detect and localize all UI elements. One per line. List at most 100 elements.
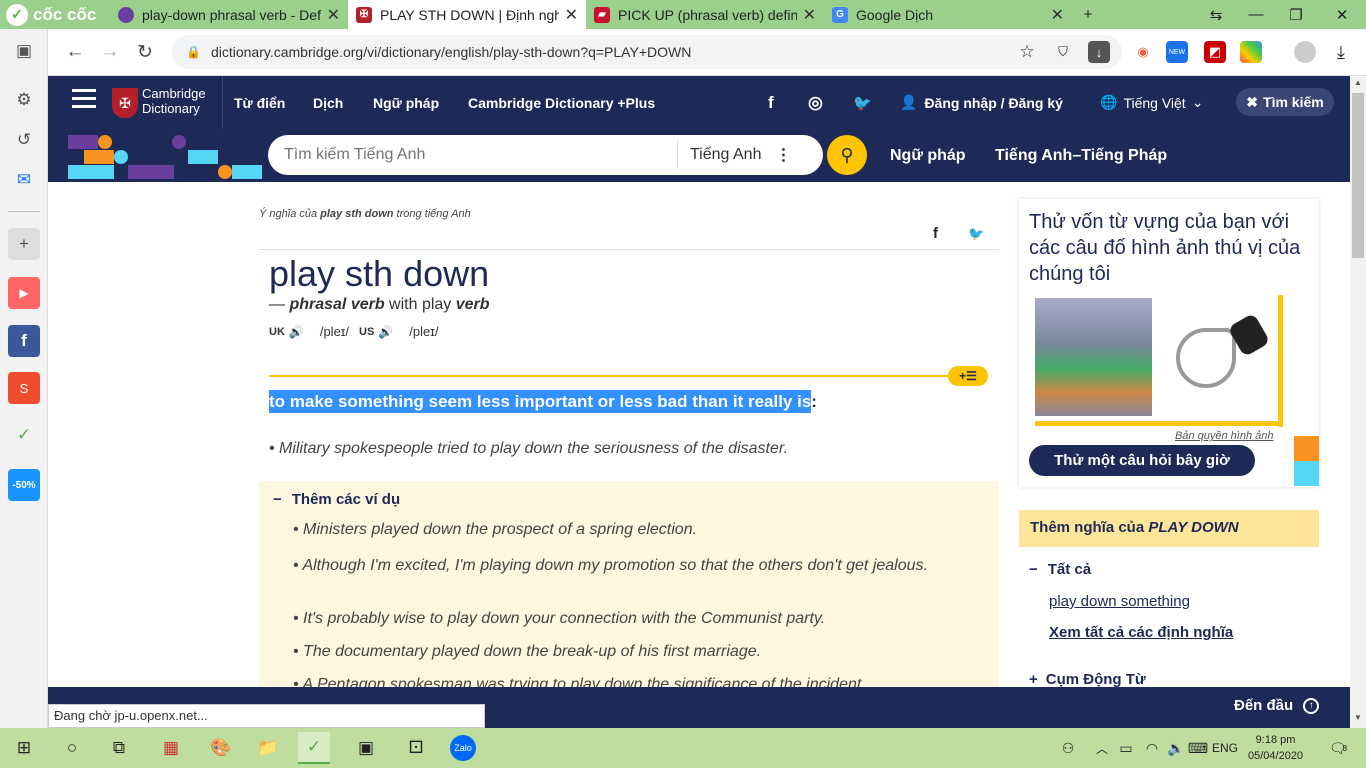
coccoc-taskbar-icon[interactable]: ✓ — [298, 732, 330, 764]
avatar[interactable] — [1294, 41, 1316, 63]
forward-button[interactable]: → — [95, 37, 125, 67]
more-examples-toggle[interactable]: − Thêm các ví dụ — [273, 491, 400, 508]
keyboard-icon[interactable]: ⌨ — [1182, 732, 1214, 764]
reload-button[interactable]: ↻ — [130, 37, 160, 67]
see-all-link[interactable]: Xem tất cả các định nghĩa — [1049, 624, 1233, 641]
decor — [114, 150, 128, 164]
url-field[interactable]: 🔒 dictionary.cambridge.org/vi/dictionary/… — [172, 35, 1122, 69]
search-toggle-button[interactable]: ✖ Tìm kiếm — [1236, 88, 1334, 116]
zalo-icon[interactable]: Zalo — [450, 735, 476, 761]
user-icon: 👤 — [900, 94, 918, 110]
phrasal-verbs-toggle[interactable]: + Cụm Động Từ — [1029, 671, 1146, 688]
add-icon[interactable]: + — [8, 228, 40, 260]
window-close-button[interactable]: ✕ — [1322, 0, 1362, 29]
panel-toggle-icon[interactable]: ▣ — [8, 35, 40, 67]
close-icon[interactable]: ✕ — [803, 5, 816, 25]
more-options-icon[interactable]: ⋮ — [775, 145, 791, 165]
add-to-list-button[interactable]: +☰ — [948, 366, 988, 386]
search-icon[interactable]: ○ — [56, 732, 88, 764]
coccoc-icon[interactable]: ✓ — [8, 419, 40, 451]
scrollbar-thumb[interactable] — [1352, 93, 1364, 258]
address-bar: ← → ↻ 🔒 dictionary.cambridge.org/vi/dicti… — [48, 29, 1366, 76]
nav-translate[interactable]: Dịch — [313, 76, 343, 129]
decor — [218, 165, 232, 179]
search-input[interactable] — [268, 146, 663, 164]
people-icon[interactable]: ⚇ — [1052, 732, 1084, 764]
folder-icon[interactable]: 📁 — [252, 732, 284, 764]
history-icon[interactable]: ↺ — [8, 124, 40, 156]
close-icon[interactable]: ✕ — [565, 5, 578, 25]
language-select[interactable]: 🌐 Tiếng Việt ⌄ — [1100, 76, 1203, 129]
gear-icon[interactable]: ⚙ — [8, 84, 40, 116]
scroll-down-icon[interactable]: ▼ — [1354, 713, 1362, 722]
clock[interactable]: 9:18 pm 05/04/2020 — [1248, 732, 1303, 764]
tab-2[interactable]: ✠ PLAY STH DOWN | Định nghĩa ✕ — [348, 0, 586, 29]
nav-plus[interactable]: Cambridge Dictionary +Plus — [468, 76, 655, 129]
tab-3[interactable]: ▰ PICK UP (phrasal verb) definit ✕ — [586, 0, 824, 29]
extension-icon[interactable]: ◉ — [1132, 41, 1154, 63]
download-manager-icon[interactable]: ⤓ — [1330, 41, 1352, 63]
quiz-text: Thử vốn từ vựng của bạn với các câu đố h… — [1029, 211, 1301, 285]
tiki-icon[interactable]: -50% — [8, 469, 40, 501]
close-icon[interactable]: ✕ — [327, 5, 340, 25]
share-facebook-icon[interactable]: f — [933, 225, 938, 242]
sticky-notes-icon[interactable]: ▣ — [350, 732, 382, 764]
all-toggle[interactable]: − Tất cả — [1029, 561, 1091, 578]
news-icon[interactable]: NEW — [1166, 41, 1188, 63]
lock-icon: 🔒 — [186, 45, 201, 59]
decor — [84, 150, 114, 164]
site-logo[interactable]: Cambridge Dictionary — [142, 86, 206, 116]
cambridge-shield-icon: ✠ — [112, 88, 138, 118]
speaker-icon[interactable]: 🔊 — [289, 325, 304, 339]
quiz-button[interactable]: Thử một câu hỏi bây giờ — [1029, 445, 1255, 476]
app-icon[interactable]: ▦ — [155, 732, 187, 764]
instagram-icon[interactable]: ◎ — [808, 76, 823, 129]
tab-4[interactable]: G Google Dịch ✕ — [824, 0, 1072, 29]
copyright-link[interactable]: Bản quyền hình ảnh — [1175, 430, 1273, 442]
download-icon[interactable]: ↓ — [1088, 41, 1110, 63]
facebook-icon[interactable]: f — [8, 325, 40, 357]
paint-icon[interactable]: 🎨 — [205, 732, 237, 764]
nav-grammar[interactable]: Ngữ pháp — [373, 76, 439, 129]
login-link[interactable]: 👤 Đăng nhập / Đăng ký — [900, 76, 1063, 129]
youtube-icon[interactable]: ▶ — [8, 277, 40, 309]
divider — [8, 211, 40, 212]
apps-icon[interactable] — [1240, 41, 1262, 63]
share-twitter-icon[interactable]: 🐦 — [968, 226, 984, 242]
divider — [222, 76, 223, 129]
task-view-icon[interactable]: ⧉ — [103, 732, 135, 764]
dishwasher-image[interactable] — [1035, 298, 1152, 416]
tab-1[interactable]: play-down phrasal verb - Defi ✕ — [110, 0, 348, 29]
decor — [68, 165, 114, 179]
input-language[interactable]: ENG — [1212, 741, 1238, 755]
app-icon[interactable]: ⚀ — [400, 732, 432, 764]
back-to-top-link[interactable]: Đến đầu ↑ — [1234, 697, 1320, 714]
scrollbar[interactable]: ▲ ▼ — [1350, 76, 1366, 728]
facebook-icon[interactable]: f — [768, 76, 774, 129]
search-button[interactable]: ⚲ — [827, 135, 867, 175]
shield-icon[interactable]: ⛉ — [1052, 41, 1074, 63]
star-icon[interactable]: ☆ — [1016, 41, 1038, 63]
meaning-link[interactable]: play down something — [1049, 593, 1190, 610]
tab-menu-icon[interactable]: ⇆ — [1196, 0, 1236, 29]
back-button[interactable]: ← — [60, 37, 90, 67]
browser-brand[interactable]: ✓ cốc cốc — [0, 0, 110, 29]
speaker-icon[interactable]: 🔊 — [378, 325, 393, 339]
scroll-up-icon[interactable]: ▲ — [1354, 78, 1362, 87]
windows-start-icon[interactable]: ⊞ — [8, 732, 40, 764]
twitter-icon[interactable]: 🐦 — [853, 76, 872, 129]
english-french-link[interactable]: Tiếng Anh–Tiếng Pháp — [995, 129, 1167, 182]
new-tab-button[interactable]: + — [1068, 0, 1108, 29]
close-icon[interactable]: ✕ — [1051, 5, 1064, 25]
peeler-image[interactable] — [1156, 298, 1274, 416]
notification-icon[interactable]: 🗨 8 — [1322, 732, 1354, 764]
grammar-link[interactable]: Ngữ pháp — [890, 129, 966, 182]
maximize-button[interactable]: ❐ — [1276, 0, 1316, 29]
menu-icon[interactable] — [72, 89, 96, 92]
nav-dictionary[interactable]: Từ điển — [234, 76, 285, 129]
shopee-icon[interactable]: S — [8, 372, 40, 404]
minimize-button[interactable]: — — [1236, 0, 1276, 29]
dictionary-select[interactable]: Tiếng Anh — [690, 146, 761, 164]
messenger-icon[interactable]: ✉ — [8, 164, 40, 196]
extension-icon[interactable]: ◩ — [1204, 41, 1226, 63]
